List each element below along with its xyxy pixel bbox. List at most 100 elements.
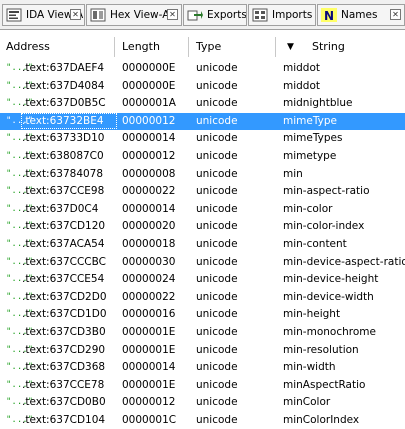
column-divider[interactable] bbox=[114, 37, 115, 57]
imports-icon bbox=[252, 8, 268, 22]
address-cell: .text:637ACA54 bbox=[22, 237, 105, 250]
table-row[interactable]: "..." .text:637ACA54 00000018 unicode min-co… bbox=[0, 236, 405, 254]
type-cell: unicode bbox=[196, 149, 238, 162]
tab-exports[interactable]: Exports bbox=[183, 4, 247, 26]
table-row[interactable]: "..." .text:637CCE54 00000024 unicode min-de… bbox=[0, 271, 405, 289]
hex-view-icon bbox=[90, 8, 106, 22]
type-cell: unicode bbox=[196, 62, 238, 74]
type-cell: unicode bbox=[196, 273, 238, 286]
address-cell: .text:637DAEF4 bbox=[22, 62, 105, 74]
length-cell: 00000012 bbox=[122, 114, 176, 127]
table-row[interactable]: "..." .text:637CD368 00000014 unicode min-wi… bbox=[0, 359, 405, 377]
string-literal-icon: "..." bbox=[6, 168, 34, 179]
length-cell: 0000001E bbox=[122, 378, 176, 391]
table-row-selected[interactable]: "..." .text:63732BE4 00000012 unicode mimeTy… bbox=[0, 112, 405, 131]
strings-table: "..." .text:637DAEF4 0000000E unicode middot… bbox=[0, 60, 405, 429]
type-cell: unicode bbox=[196, 132, 238, 145]
length-cell: 00000014 bbox=[122, 202, 176, 215]
type-cell: unicode bbox=[196, 396, 238, 409]
address-cell: .text:637CD120 bbox=[22, 220, 106, 233]
table-row[interactable]: "..." .text:638087C0 00000012 unicode mimety… bbox=[0, 148, 405, 166]
string-literal-icon: "..." bbox=[6, 186, 34, 197]
table-row[interactable]: "..." .text:637CD104 0000001C unicode minCol… bbox=[0, 412, 405, 429]
tab-names[interactable]: N Names ✕ bbox=[317, 4, 405, 26]
table-row[interactable]: "..." .text:637CD120 00000020 unicode min-co… bbox=[0, 218, 405, 236]
close-tab-icon[interactable]: ✕ bbox=[390, 9, 401, 20]
table-row[interactable]: "..." .text:637CD3B0 0000001E unicode min-mo… bbox=[0, 324, 405, 342]
table-row[interactable]: "..." .text:637CCCBC 00000030 unicode min-de… bbox=[0, 254, 405, 272]
length-cell: 0000001A bbox=[122, 97, 176, 110]
address-cell: .text:637CCCBC bbox=[22, 255, 106, 268]
ida-view-icon bbox=[6, 8, 22, 22]
column-divider[interactable] bbox=[188, 37, 189, 57]
address-cell: .text:637CD3B0 bbox=[22, 325, 106, 338]
string-literal-icon: "..." bbox=[6, 379, 34, 390]
string-cell: min-color bbox=[283, 202, 333, 215]
table-row[interactable]: "..." .text:637CCE78 0000001E unicode minAsp… bbox=[0, 377, 405, 395]
table-row[interactable]: "..." .text:637D4084 0000000E unicode middot bbox=[0, 78, 405, 96]
tab-bar: IDA View-A ✕ Hex View-A ✕ Exports Import… bbox=[0, 0, 405, 30]
type-cell: unicode bbox=[196, 79, 238, 92]
type-cell: unicode bbox=[196, 185, 238, 198]
tab-hex-view-a[interactable]: Hex View-A ✕ bbox=[86, 4, 182, 26]
table-row[interactable]: "..." .text:637DAEF4 0000000E unicode middot bbox=[0, 60, 405, 78]
column-divider[interactable] bbox=[275, 37, 276, 57]
string-literal-icon: "..." bbox=[6, 238, 34, 249]
string-literal-icon: "..." bbox=[6, 291, 34, 302]
sort-desc-icon[interactable]: ▼ bbox=[287, 35, 294, 59]
address-cell: .text:637CD2D0 bbox=[22, 290, 107, 303]
column-type[interactable]: Type bbox=[196, 35, 221, 59]
table-row[interactable]: "..." .text:637D0C4 00000014 unicode min-col… bbox=[0, 201, 405, 219]
length-cell: 00000024 bbox=[122, 273, 176, 286]
length-cell: 0000000E bbox=[122, 62, 176, 74]
string-literal-icon: "..." bbox=[6, 63, 34, 73]
address-cell: .text:638087C0 bbox=[22, 149, 104, 162]
string-cell: mimetype bbox=[283, 149, 337, 162]
type-cell: unicode bbox=[196, 220, 238, 233]
table-row[interactable]: "..." .text:637CCE98 00000022 unicode min-as… bbox=[0, 183, 405, 201]
type-cell: unicode bbox=[196, 97, 238, 110]
type-cell: unicode bbox=[196, 255, 238, 268]
table-row[interactable]: "..." .text:637CD2D0 00000022 unicode min-de… bbox=[0, 289, 405, 307]
type-cell: unicode bbox=[196, 308, 238, 321]
table-row[interactable]: "..." .text:63733D10 00000014 unicode mimeTy… bbox=[0, 130, 405, 148]
tab-ida-view-a[interactable]: IDA View-A ✕ bbox=[2, 4, 85, 26]
address-cell: .text:637CCE98 bbox=[22, 185, 105, 198]
string-literal-icon: "..." bbox=[6, 326, 34, 337]
length-cell: 0000001E bbox=[122, 343, 176, 356]
exports-icon bbox=[187, 8, 203, 22]
address-cell: .text:637D0C4 bbox=[22, 202, 99, 215]
names-icon: N bbox=[321, 8, 337, 23]
string-cell: min-height bbox=[283, 308, 341, 321]
close-tab-icon[interactable]: ✕ bbox=[70, 9, 81, 20]
address-cell: .text:63733D10 bbox=[22, 132, 105, 145]
table-row[interactable]: "..." .text:63784078 00000008 unicode min bbox=[0, 166, 405, 184]
string-cell: min-color-index bbox=[283, 220, 365, 233]
close-tab-icon[interactable]: ✕ bbox=[167, 9, 178, 20]
type-cell: unicode bbox=[196, 202, 238, 215]
type-cell: unicode bbox=[196, 114, 238, 127]
string-cell: min-aspect-ratio bbox=[283, 185, 370, 198]
address-cell: .text:637D0B5C bbox=[22, 97, 106, 110]
table-row[interactable]: "..." .text:637D0B5C 0000001A unicode midnig… bbox=[0, 95, 405, 113]
table-row[interactable]: "..." .text:637CD1D0 00000016 unicode min-he… bbox=[0, 306, 405, 324]
tab-label: Exports bbox=[207, 9, 247, 21]
string-literal-icon: "..." bbox=[6, 221, 34, 232]
length-cell: 00000014 bbox=[122, 361, 176, 374]
length-cell: 00000022 bbox=[122, 290, 176, 303]
column-address[interactable]: Address bbox=[6, 35, 50, 59]
address-cell: .text:637CD368 bbox=[22, 361, 106, 374]
column-length[interactable]: Length bbox=[122, 35, 160, 59]
table-row[interactable]: "..." .text:637CD290 0000001E unicode min-re… bbox=[0, 342, 405, 360]
length-cell: 0000000E bbox=[122, 79, 176, 92]
string-literal-icon: "..." bbox=[6, 344, 34, 355]
table-row[interactable]: "..." .text:637CD0B0 00000012 unicode minCol… bbox=[0, 394, 405, 412]
tab-imports[interactable]: Imports bbox=[248, 4, 316, 26]
string-literal-icon: "..." bbox=[6, 414, 34, 425]
address-cell: .text:637CD104 bbox=[22, 413, 106, 426]
tab-label: Names bbox=[341, 9, 378, 21]
string-cell: mimeType bbox=[283, 114, 337, 127]
string-cell: min-resolution bbox=[283, 343, 359, 356]
length-cell: 00000012 bbox=[122, 396, 176, 409]
column-string[interactable]: String bbox=[312, 35, 345, 59]
